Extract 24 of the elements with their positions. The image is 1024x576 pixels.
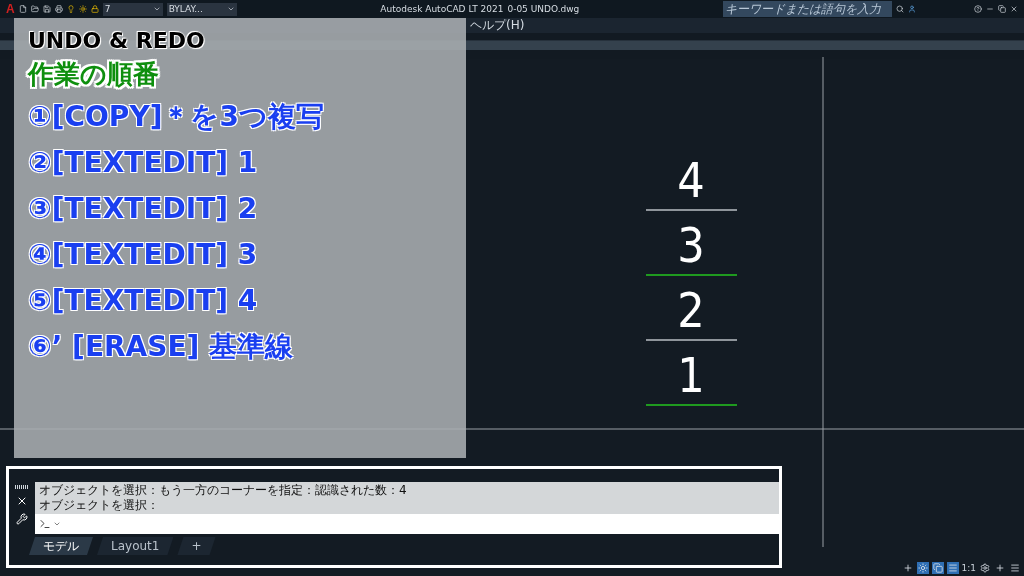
layout-tab[interactable]: モデル: [29, 537, 93, 555]
caption-step: ④[TEXTEDIT] 3: [28, 234, 258, 276]
search-field[interactable]: キーワードまたは語句を入力: [723, 1, 892, 17]
history-line: オブジェクトを選択：: [39, 498, 159, 513]
caption-title: UNDO & REDO: [28, 28, 205, 53]
layout-tab[interactable]: +: [177, 537, 216, 555]
drawing-number[interactable]: 1: [677, 347, 705, 403]
drawing-number[interactable]: 2: [677, 282, 705, 338]
layer-dropdown[interactable]: 7: [102, 2, 163, 16]
drawing-number[interactable]: 3: [677, 217, 705, 273]
caption-step: ⑤[TEXTEDIT] 4: [28, 280, 258, 322]
drawing-number[interactable]: 4: [677, 152, 705, 208]
history-line: オブジェクトを選択：もう一方のコーナーを指定：認識された数：4: [39, 483, 407, 498]
menu-item[interactable]: ヘルプ(H): [470, 17, 525, 34]
caption-step: ⑥’ [ERASE] 基準線: [28, 326, 294, 368]
layout-tab[interactable]: Layout1: [97, 537, 174, 555]
linetype-dropdown[interactable]: BYLAY...: [166, 2, 237, 16]
caption-step: ③[TEXTEDIT] 2: [28, 188, 258, 230]
annotation-scale[interactable]: 1:1: [961, 563, 976, 573]
file-name: 0-05 UNDO.dwg: [507, 4, 580, 14]
caption-subtitle: 作業の順番: [28, 58, 159, 91]
app-title: Autodesk AutoCAD LT 2021: [380, 4, 504, 14]
caption-step: ②[TEXTEDIT] 1: [28, 142, 258, 184]
caption-step: ①[COPY]＊を3つ複写: [28, 96, 324, 138]
